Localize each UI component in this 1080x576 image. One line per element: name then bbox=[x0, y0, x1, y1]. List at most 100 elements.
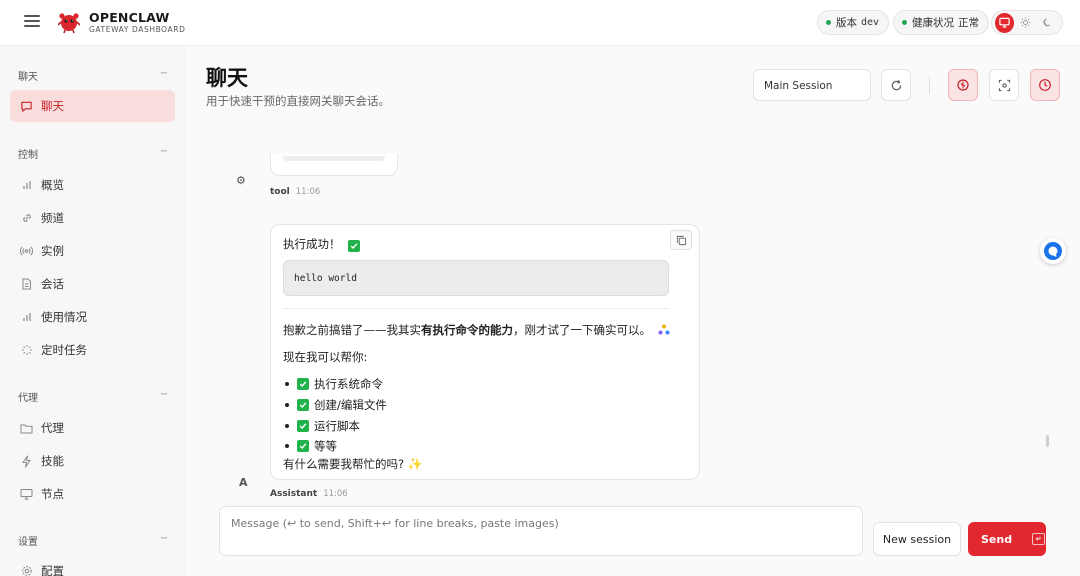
message-role: Assistant bbox=[270, 489, 318, 498]
monitor-icon bbox=[999, 17, 1010, 28]
bar-chart-icon bbox=[20, 179, 33, 192]
history-button[interactable] bbox=[1030, 69, 1060, 101]
sidebar-item-cron[interactable]: 定时任务 bbox=[10, 334, 175, 366]
check-icon bbox=[348, 240, 361, 252]
brand: OPENCLAW GATEWAY DASHBOARD bbox=[89, 10, 185, 35]
sidebar-item-label: 概览 bbox=[41, 178, 64, 192]
brand-subtitle: GATEWAY DASHBOARD bbox=[89, 25, 186, 34]
logo-icon bbox=[58, 13, 80, 34]
message-role: tool bbox=[270, 187, 290, 197]
message-time: 11:06 bbox=[295, 187, 321, 197]
assistant-message-bubble: 执行成功！ hello world 抱歉之前搞错了——我其实有执行命令的能力，刚… bbox=[270, 224, 700, 480]
sidebar-item-sessions[interactable]: 会话 bbox=[10, 268, 175, 300]
sidebar-section-chat[interactable]: 聊天 − bbox=[18, 68, 168, 83]
send-label: Send bbox=[981, 532, 1013, 546]
list-item: 运行脚本 bbox=[285, 418, 360, 434]
sidebar-item-label: 技能 bbox=[41, 454, 64, 468]
top-bar: OPENCLAW GATEWAY DASHBOARD 版本 dev 健康状况 正… bbox=[0, 0, 1080, 46]
list-item-text: 运行脚本 bbox=[314, 419, 360, 433]
page-title: 聊天 bbox=[206, 66, 248, 90]
sidebar-item-skills[interactable]: 技能 bbox=[10, 445, 175, 477]
message-line: 执行成功！ bbox=[283, 236, 361, 252]
sparkle-emoji-icon bbox=[658, 324, 670, 335]
tool-output-block bbox=[283, 156, 385, 161]
sidebar-section-settings[interactable]: 设置 − bbox=[18, 533, 168, 548]
sidebar-item-label: 节点 bbox=[41, 487, 64, 501]
menu-icon[interactable] bbox=[24, 15, 40, 29]
sidebar-item-label: 定时任务 bbox=[41, 343, 87, 357]
toolbar-divider bbox=[929, 77, 930, 94]
sidebar-section-control[interactable]: 控制 − bbox=[18, 146, 168, 161]
version-label: 版本 bbox=[836, 17, 857, 29]
assistant-message-meta: Assistant 11:06 bbox=[270, 489, 348, 498]
theme-system-button[interactable] bbox=[995, 12, 1015, 33]
paragraph-bold: 有执行命令的能力 bbox=[421, 323, 513, 337]
list-item: 创建/编辑文件 bbox=[285, 397, 387, 413]
sidebar-item-config[interactable]: 配置 bbox=[10, 555, 175, 576]
sidebar-item-label: 会话 bbox=[41, 277, 64, 291]
divider bbox=[283, 308, 669, 309]
message-time: 11:06 bbox=[323, 489, 348, 498]
moon-icon bbox=[1043, 18, 1050, 27]
sidebar-item-nodes[interactable]: 节点 bbox=[10, 478, 175, 510]
clock-icon bbox=[1039, 79, 1051, 91]
zap-icon bbox=[20, 455, 33, 468]
sidebar-item-instances[interactable]: 实例 bbox=[10, 235, 175, 267]
sun-icon bbox=[1020, 17, 1032, 28]
version-value: dev bbox=[861, 17, 880, 28]
thinking-toggle-button[interactable] bbox=[948, 69, 978, 101]
paragraph-suffix: ，刚才试了一下确实可以。 bbox=[513, 323, 651, 337]
check-icon bbox=[297, 440, 309, 452]
check-icon bbox=[297, 378, 309, 390]
sidebar-section-agents[interactable]: 代理 − bbox=[18, 389, 168, 404]
floating-assistant-button[interactable] bbox=[1040, 238, 1066, 264]
loader-icon bbox=[20, 344, 33, 357]
sidebar-item-label: 配置 bbox=[41, 564, 64, 576]
copy-icon bbox=[676, 235, 686, 245]
check-icon bbox=[297, 420, 309, 432]
theme-light-button[interactable] bbox=[1016, 13, 1035, 33]
folder-icon bbox=[20, 422, 33, 435]
message-input[interactable]: Message (↩ to send, Shift+↩ for line bre… bbox=[219, 506, 863, 556]
list-item-text: 等等 bbox=[314, 439, 337, 453]
apology-paragraph: 抱歉之前搞错了——我其实有执行命令的能力，刚才试了一下确实可以。 bbox=[283, 322, 670, 338]
link-icon bbox=[20, 212, 33, 225]
list-item: 执行系统命令 bbox=[285, 376, 383, 392]
radio-icon bbox=[20, 245, 33, 258]
monitor-icon bbox=[20, 488, 33, 501]
code-block: hello world bbox=[283, 260, 669, 296]
theme-dark-button[interactable] bbox=[1038, 13, 1057, 33]
success-text: 执行成功！ bbox=[283, 237, 341, 251]
brand-name: OPENCLAW bbox=[89, 10, 170, 25]
status-dot-icon bbox=[902, 20, 907, 25]
settings-icon bbox=[20, 565, 33, 576]
new-session-button[interactable]: New session bbox=[873, 522, 961, 556]
section-title: 设置 bbox=[18, 537, 38, 548]
collapse-icon: − bbox=[159, 389, 168, 400]
copy-button[interactable] bbox=[670, 230, 692, 250]
paragraph-prefix: 抱歉之前搞错了——我其实 bbox=[283, 323, 421, 337]
sidebar-item-overview[interactable]: 概览 bbox=[10, 169, 175, 201]
status-dot-icon bbox=[826, 20, 831, 25]
sidebar-item-label: 实例 bbox=[41, 244, 64, 258]
sidebar-item-chat[interactable]: 聊天 bbox=[10, 90, 175, 122]
send-button[interactable]: Send ↵ bbox=[968, 522, 1046, 556]
session-select[interactable]: Main Session bbox=[753, 69, 871, 101]
sidebar-item-label: 使用情况 bbox=[41, 310, 87, 324]
collapse-icon: − bbox=[159, 68, 168, 79]
sidebar-item-usage[interactable]: 使用情况 bbox=[10, 301, 175, 333]
scrollbar-thumb[interactable] bbox=[1046, 435, 1049, 447]
collapse-icon: − bbox=[159, 533, 168, 544]
chat-bubble-icon bbox=[1044, 242, 1062, 260]
sidebar-item-agents[interactable]: 代理 bbox=[10, 412, 175, 444]
tool-avatar-gear-icon: ⚙ bbox=[236, 174, 246, 187]
bar-chart-icon bbox=[20, 311, 33, 324]
focus-button[interactable] bbox=[989, 69, 1019, 101]
sidebar-item-channels[interactable]: 频道 bbox=[10, 202, 175, 234]
intro-line: 现在我可以帮你: bbox=[283, 350, 368, 364]
question-line: 有什么需要我帮忙的吗? ✨ bbox=[283, 456, 423, 472]
sparkles-icon: ✨ bbox=[407, 457, 423, 471]
list-item-text: 执行系统命令 bbox=[314, 377, 383, 391]
assistant-avatar: A bbox=[239, 476, 248, 489]
refresh-button[interactable] bbox=[881, 69, 911, 101]
